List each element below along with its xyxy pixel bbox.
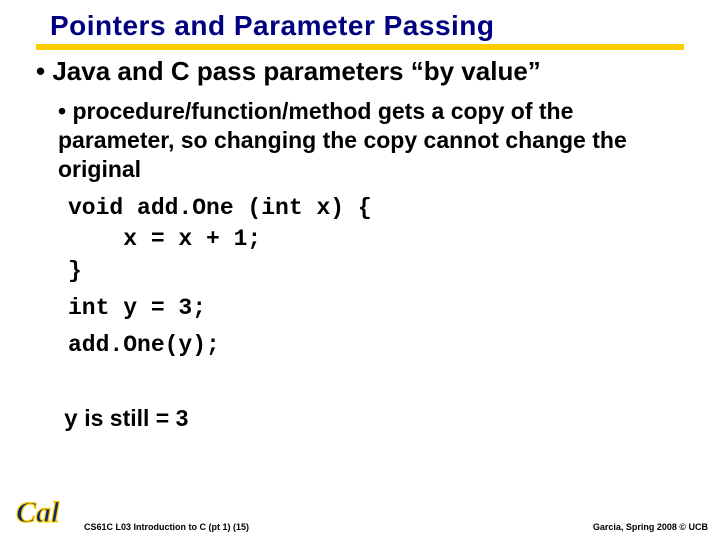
result-line: y is still = 3 bbox=[64, 405, 684, 433]
footer-right: Garcia, Spring 2008 © UCB bbox=[593, 522, 708, 532]
result-variable: y bbox=[64, 407, 78, 433]
code-block-3: add.One(y); bbox=[68, 330, 684, 361]
bullet-level1: • Java and C pass parameters “by value” bbox=[36, 56, 684, 87]
result-text: is still = 3 bbox=[78, 405, 189, 431]
code-block-1: void add.One (int x) { x = x + 1; } bbox=[68, 193, 684, 286]
footer-left: CS61C L03 Introduction to C (pt 1) (15) bbox=[84, 522, 249, 532]
code-block-2: int y = 3; bbox=[68, 293, 684, 324]
bullet-level2: • procedure/function/method gets a copy … bbox=[58, 97, 684, 183]
slide-title: Pointers and Parameter Passing bbox=[50, 10, 720, 42]
